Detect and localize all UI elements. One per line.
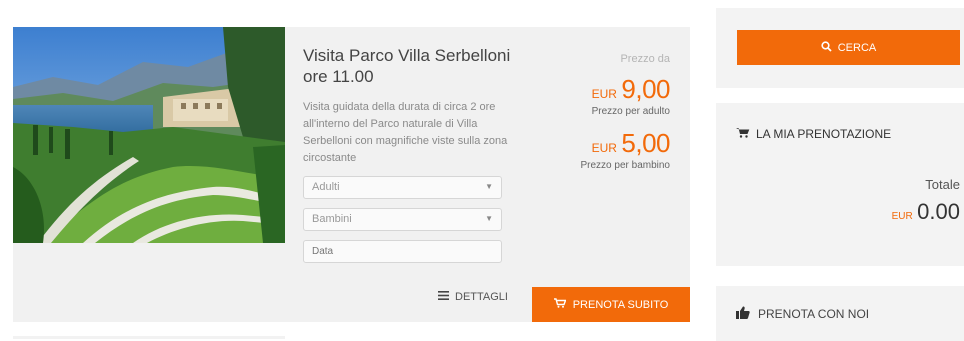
book-with-us[interactable]: PRENOTA CON NOI [736, 306, 869, 322]
price-from-label: Prezzo da [620, 53, 670, 65]
search-button[interactable]: CERCA [737, 30, 960, 65]
booking-panel: LA MIA PRENOTAZIONE Totale EUR 0.00 [716, 103, 964, 266]
total-value: EUR 0.00 [892, 199, 960, 225]
children-select[interactable]: Bambini ▼ [303, 208, 502, 231]
product-title[interactable]: Visita Parco Villa Serbelloni ore 11.00 [303, 45, 518, 87]
product-card: Visita Parco Villa Serbelloni ore 11.00 … [13, 27, 690, 322]
search-icon [821, 40, 832, 55]
book-with-us-label: PRENOTA CON NOI [758, 307, 870, 321]
product-info: Visita Parco Villa Serbelloni ore 11.00 … [303, 45, 518, 263]
details-label: DETTAGLI [455, 291, 508, 303]
total-label: Totale [925, 177, 960, 192]
booking-title: LA MIA PRENOTAZIONE [736, 127, 891, 141]
product-description: Visita guidata della durata di circa 2 o… [303, 101, 508, 164]
total-amount: 0.00 [917, 199, 960, 224]
page: Visita Parco Villa Serbelloni ore 11.00 … [0, 0, 964, 341]
search-label: CERCA [837, 41, 877, 54]
thumbs-up-icon [736, 306, 750, 322]
chevron-down-icon: ▼ [485, 182, 493, 191]
date-input[interactable]: Data [303, 240, 502, 263]
booking-title-label: LA MIA PRENOTAZIONE [756, 127, 892, 141]
children-select-value: Bambini [312, 213, 352, 225]
book-now-button[interactable]: PRENOTA SUBITO [532, 287, 690, 322]
child-price: EUR 5,00 [581, 128, 671, 159]
menu-icon [438, 291, 449, 303]
child-price-caption: Prezzo per bambino [580, 160, 671, 171]
book-now-label: PRENOTA SUBITO [572, 298, 669, 311]
cart-icon [736, 127, 750, 141]
adult-price: EUR 9,00 [581, 74, 671, 105]
search-panel: CERCA [716, 8, 964, 88]
total-currency: EUR [891, 211, 913, 222]
book-with-us-panel[interactable]: PRENOTA CON NOI [716, 286, 964, 341]
child-price-amount: 5,00 [621, 128, 670, 158]
details-link[interactable]: DETTAGLI [438, 291, 508, 303]
chevron-down-icon: ▼ [485, 214, 493, 223]
adults-select-value: Adulti [312, 181, 340, 193]
price-block: Prezzo da EUR 9,00 Prezzo per adulto EUR… [581, 53, 671, 171]
adult-price-amount: 9,00 [621, 74, 670, 104]
cart-icon [553, 298, 567, 311]
child-price-currency: EUR [591, 141, 617, 155]
adult-price-caption: Prezzo per adulto [591, 106, 670, 117]
product-photo[interactable] [13, 27, 285, 243]
adults-select[interactable]: Adulti ▼ [303, 176, 502, 199]
divider [13, 336, 285, 339]
adult-price-currency: EUR [591, 87, 617, 101]
